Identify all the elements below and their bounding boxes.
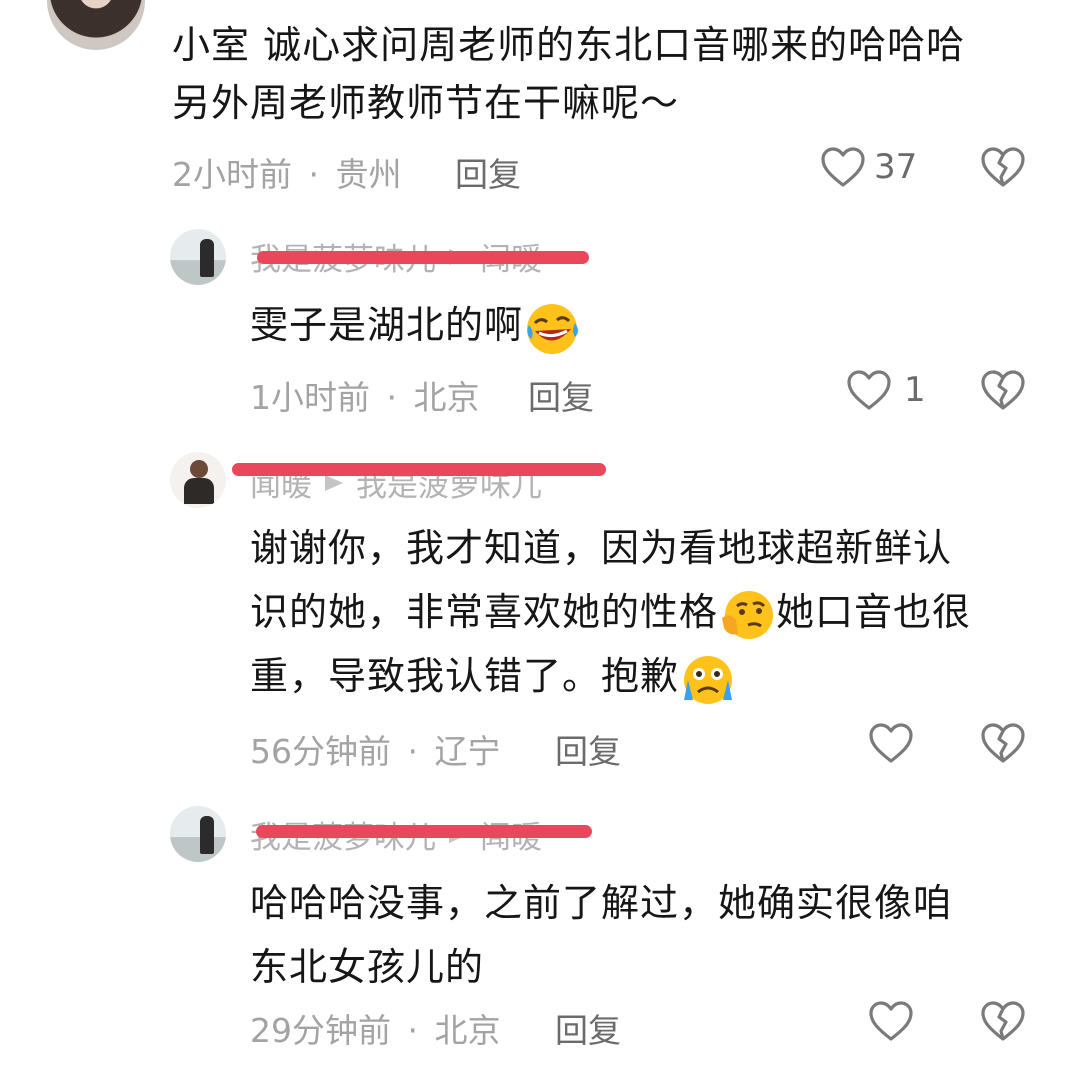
comment-meta: 2小时前 · 贵州: [172, 148, 402, 196]
heart-outline-icon: [820, 146, 866, 188]
comment-time: 2小时前: [172, 155, 292, 194]
heart-outline-icon: [846, 369, 892, 411]
reply-button[interactable]: 回复: [455, 148, 521, 196]
comment-time: 29分钟前: [250, 1011, 391, 1050]
meta-separator: ·: [407, 732, 419, 771]
comment-line: 哈哈哈没事，之前了解过，她确实很像咱: [250, 881, 953, 925]
comment-location: 辽宁: [434, 732, 501, 771]
avatar[interactable]: [170, 229, 226, 285]
comment-location: 北京: [434, 1011, 501, 1050]
comment-time: 56分钟前: [250, 732, 391, 771]
like-count: 37: [874, 147, 918, 187]
comment-meta: 56分钟前 · 辽宁: [250, 725, 501, 773]
comment-line: 重，导致我认错了。抱歉: [250, 644, 971, 708]
comment-time: 1小时前: [250, 378, 370, 417]
reply-button[interactable]: 回复: [555, 725, 621, 773]
redaction-line: [232, 463, 606, 476]
laughing-crying-emoji: [523, 299, 581, 357]
comment-line: 小室 诚心求问周老师的东北口音哪来的哈哈哈: [172, 23, 966, 67]
comment-location: 北京: [413, 378, 480, 417]
avatar[interactable]: [170, 806, 226, 862]
broken-heart-icon: [980, 369, 1026, 411]
comment-line: 雯子是湖北的啊: [250, 303, 524, 347]
like-button[interactable]: 1: [846, 369, 926, 411]
comment-line: 谢谢你，我才知道，因为看地球超新鲜认: [250, 526, 953, 570]
like-button[interactable]: [868, 722, 914, 764]
reply-button[interactable]: 回复: [528, 371, 594, 419]
dislike-button[interactable]: [980, 722, 1026, 764]
like-count: 1: [904, 370, 926, 410]
heart-outline-icon: [868, 722, 914, 764]
broken-heart-icon: [980, 146, 1026, 188]
dislike-button[interactable]: [980, 369, 1026, 411]
comment-text: 哈哈哈没事，之前了解过，她确实很像咱 东北女孩儿的: [250, 871, 952, 999]
dislike-button[interactable]: [980, 146, 1026, 188]
crying-emoji: [679, 650, 737, 708]
meta-separator: ·: [407, 1011, 419, 1050]
comment-meta: 1小时前 · 北京: [250, 371, 480, 419]
comment-line: 识的她，非常喜欢她的性格 她口音也很: [250, 580, 971, 644]
comment-meta: 29分钟前 · 北京: [250, 1004, 501, 1052]
reply-button[interactable]: 回复: [555, 1004, 621, 1052]
like-button[interactable]: [868, 1000, 914, 1042]
redaction-line: [257, 251, 589, 264]
comment-line: 另外周老师教师节在干嘛呢～: [172, 81, 680, 125]
meta-separator: ·: [386, 378, 398, 417]
avatar[interactable]: [47, 0, 145, 50]
comment-text: 雯子是湖北的啊: [250, 296, 581, 357]
avatar[interactable]: [170, 452, 226, 508]
like-button[interactable]: 37: [820, 146, 917, 188]
comment-location: 贵州: [335, 155, 402, 194]
heart-outline-icon: [868, 1000, 914, 1042]
redaction-line: [256, 825, 592, 838]
comment-text: 谢谢你，我才知道，因为看地球超新鲜认 识的她，非常喜欢她的性格 她口音也很 重，…: [250, 516, 971, 708]
meta-separator: ·: [308, 155, 320, 194]
broken-heart-icon: [980, 722, 1026, 764]
dislike-button[interactable]: [980, 1000, 1026, 1042]
broken-heart-icon: [980, 1000, 1026, 1042]
thinking-emoji: [718, 586, 776, 644]
comment-text: 小室 诚心求问周老师的东北口音哪来的哈哈哈 另外周老师教师节在干嘛呢～: [172, 16, 965, 132]
comment-line: 东北女孩儿的: [250, 945, 485, 989]
